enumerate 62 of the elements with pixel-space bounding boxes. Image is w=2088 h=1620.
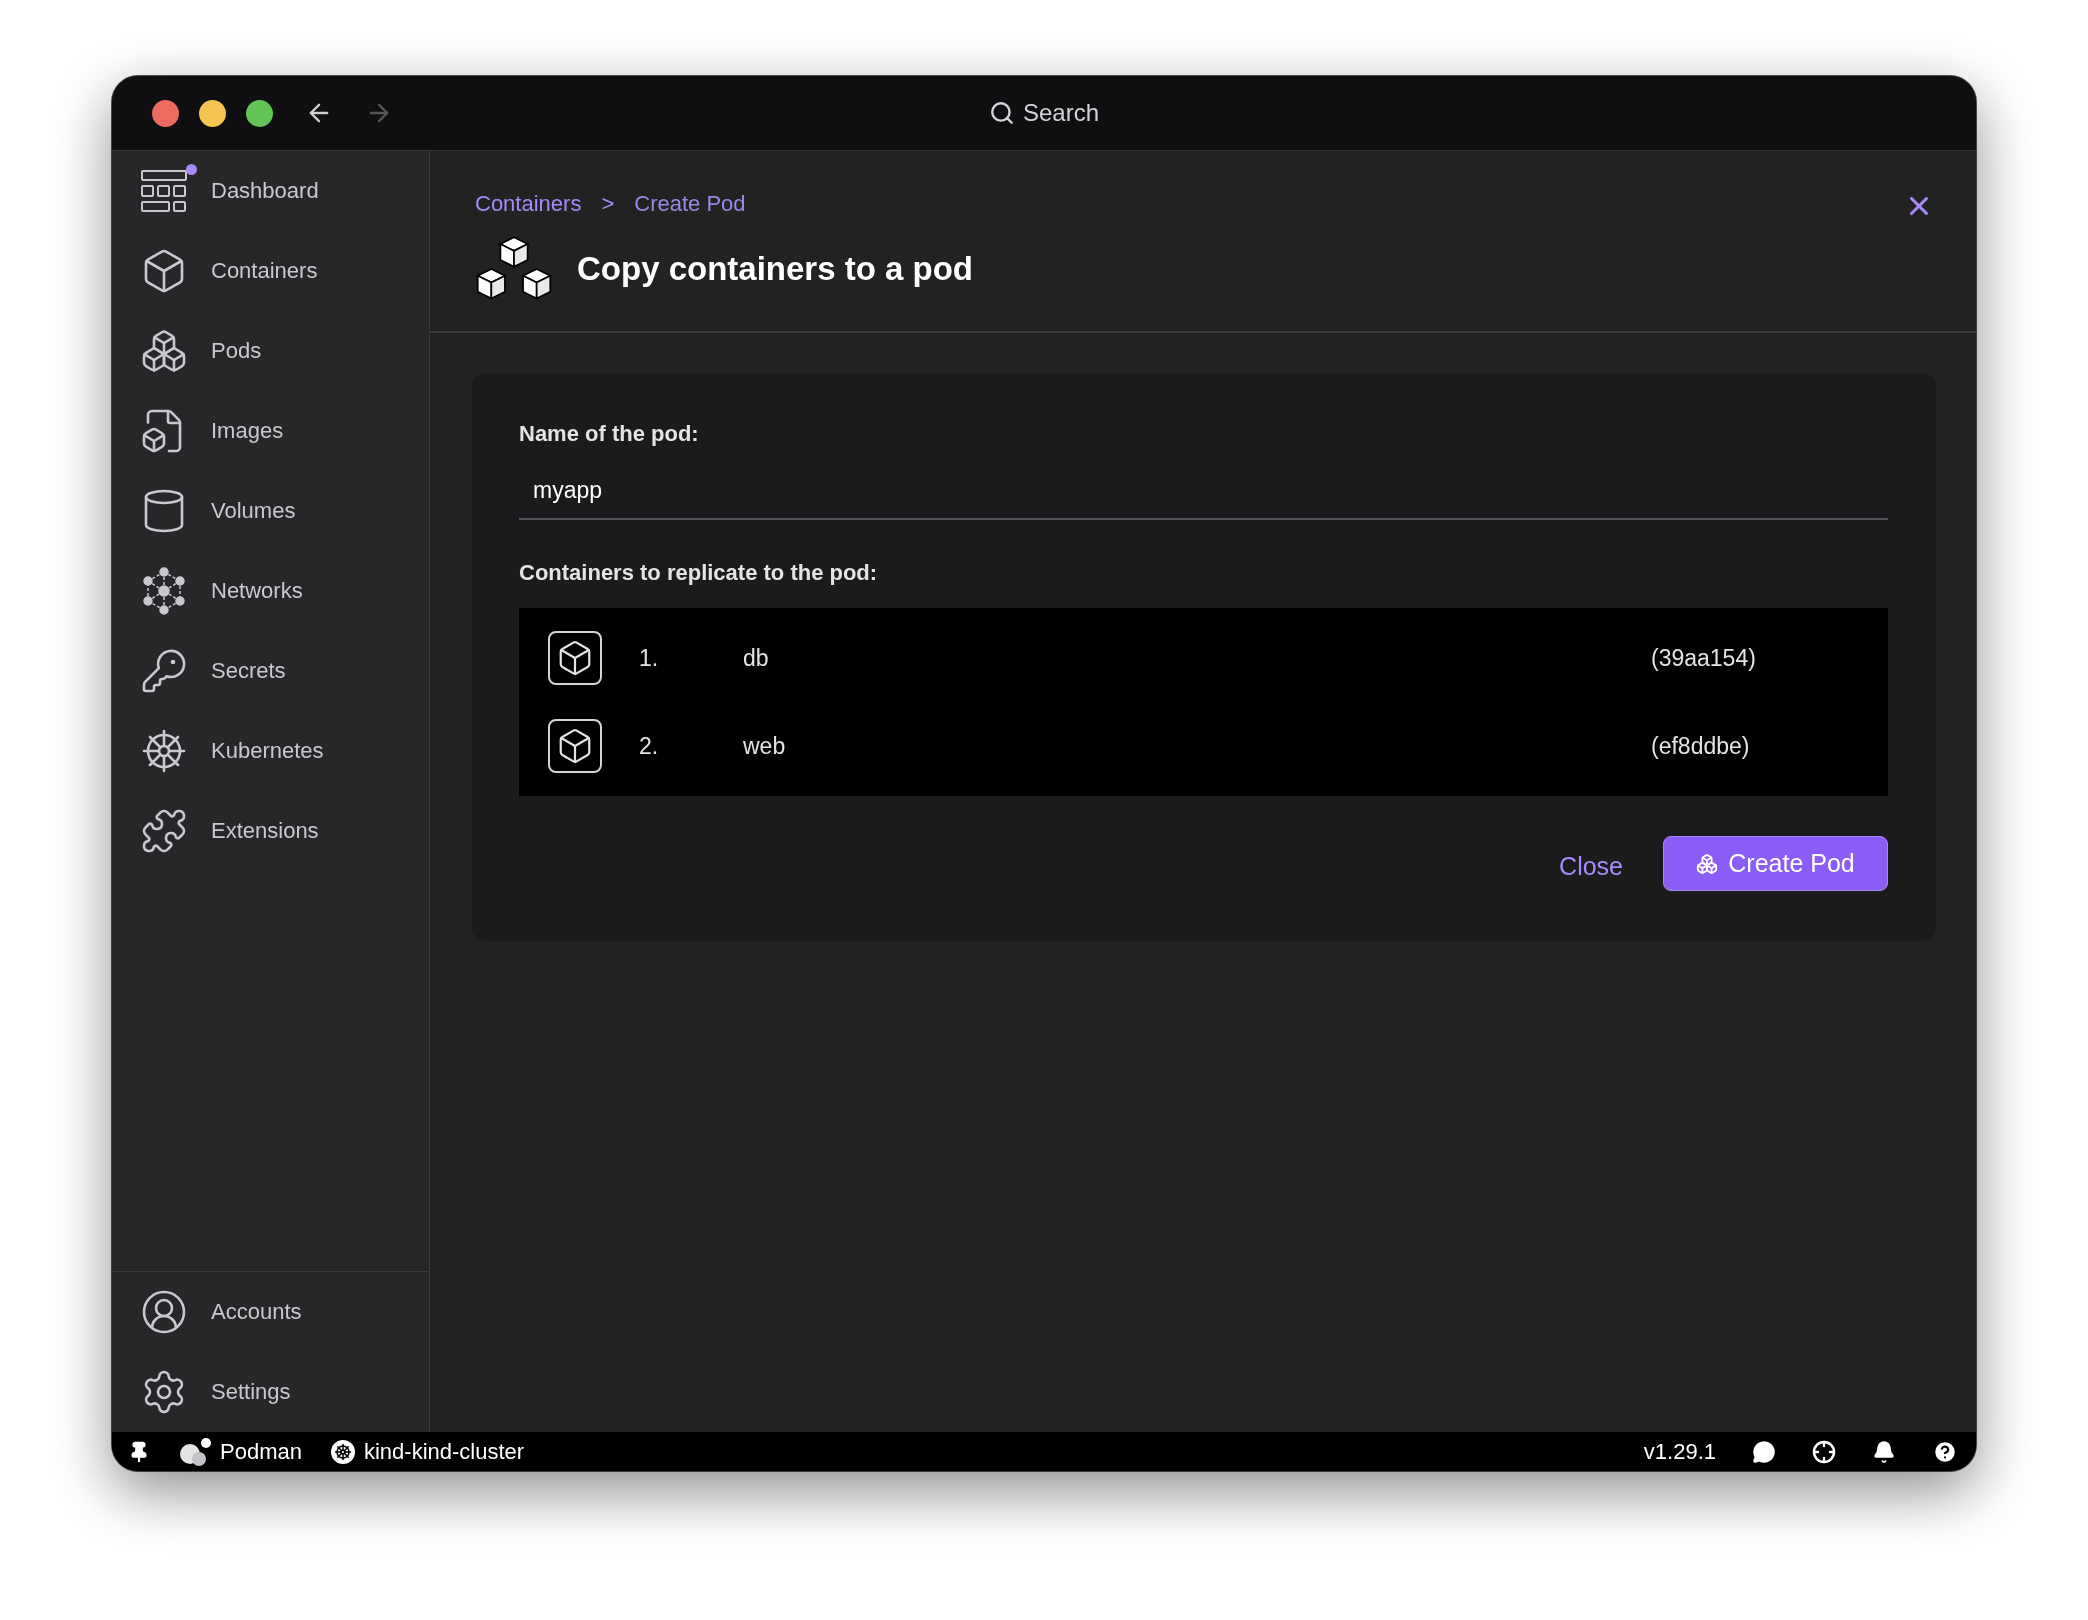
minimize-window-button[interactable] [199,99,226,127]
sidebar-item[interactable]: Images [112,391,429,471]
cube-icon [548,631,602,685]
breadcrumb-link[interactable]: Containers [475,191,582,217]
sidebar-item[interactable]: Extensions [112,791,429,871]
network-icon [140,567,188,615]
sidebar-item-label: Settings [211,1379,291,1405]
sidebar-item[interactable]: Networks [112,551,429,631]
engine-icon [178,1436,212,1467]
sidebar-item[interactable]: Containers [112,231,429,311]
sidebar-item-label: Dashboard [211,178,319,204]
chat-icon[interactable] [1752,1439,1776,1464]
version-label: v1.29.1 [1643,1438,1716,1465]
section-label: Containers to replicate to the pod: [519,560,879,586]
engine-status[interactable]: Podman [220,1438,302,1465]
sidebar-item-label: Containers [211,258,318,284]
puzzle-icon [140,807,188,855]
close-window-button[interactable] [152,99,179,127]
sidebar-item-label: Networks [211,578,303,604]
dashboard-icon [140,167,188,215]
sidebar-item[interactable]: Settings [112,1352,429,1432]
pin-icon[interactable] [128,1440,150,1463]
input-field[interactable]: myapp [519,469,1888,520]
cluster-status[interactable]: kind-kind-cluster [363,1438,525,1465]
sidebar-item[interactable]: Accounts [112,1272,429,1352]
table-cell-text: (ef8ddbe) [1651,732,1751,760]
cubes-icon [475,235,553,303]
bell-icon[interactable] [1872,1439,1896,1464]
sidebar-item-label: Pods [211,338,262,364]
table-cell-text: 2. [639,732,660,760]
sidebar-item[interactable]: Dashboard [112,151,429,231]
sidebar-item-label: Accounts [211,1299,302,1325]
table-cell-text: (39aa154) [1651,644,1757,672]
key-icon [140,647,188,695]
sidebar-item[interactable]: Secrets [112,631,429,711]
breadcrumb-current: Create Pod [634,191,746,217]
sidebar-item[interactable]: Pods [112,311,429,391]
create-pod-button[interactable]: Create Pod [1663,836,1888,891]
table-cell-text: 1. [639,644,660,672]
zoom-window-button[interactable] [246,99,273,127]
table-cell-text: web [743,732,787,760]
cubes-icon [1696,852,1719,875]
cube-icon [548,719,602,773]
cubes-icon [140,327,188,375]
user-icon [140,1288,188,1336]
table-cell-text: db [743,644,770,672]
sidebar-item-label: Images [211,418,284,444]
wheel-icon [329,1438,356,1465]
breadcrumb-separator: > [601,191,615,217]
crosshair-icon[interactable] [1812,1439,1836,1464]
sidebar-item-label: Extensions [211,818,319,844]
sidebar-item[interactable]: Kubernetes [112,711,429,791]
page-title: Copy containers to a pod [577,250,974,288]
search-icon [989,100,1015,126]
wheel-icon [140,727,188,775]
sidebar-item-label: Secrets [211,658,286,684]
sidebar-item[interactable]: Volumes [112,471,429,551]
sidebar-item-label: Kubernetes [211,738,324,764]
sidebar-item-label: Volumes [211,498,296,524]
close-link-button[interactable]: Close [1559,844,1623,889]
search-button[interactable]: Search [989,99,1099,127]
field-label: Name of the pod: [519,421,700,447]
